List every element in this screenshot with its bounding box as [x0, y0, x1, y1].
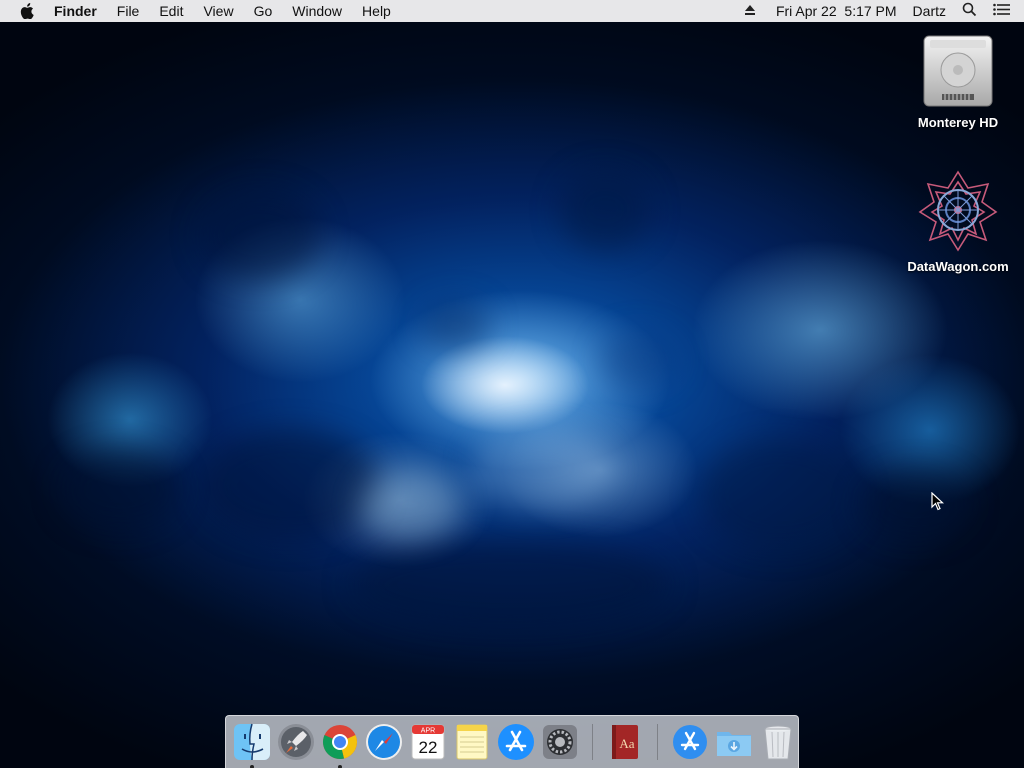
dock-launchpad[interactable]	[276, 722, 316, 762]
dock-separator	[592, 724, 593, 760]
gear-icon	[540, 722, 580, 762]
eject-icon[interactable]	[744, 3, 756, 19]
dock-chrome[interactable]	[320, 722, 360, 768]
desktop-icon-monterey-hd[interactable]: Monterey HD	[898, 32, 1018, 130]
dock-separator	[657, 724, 658, 760]
calendar-month: APR	[421, 728, 435, 735]
dock-applications-folder[interactable]	[670, 722, 710, 762]
menu-file[interactable]: File	[107, 0, 150, 22]
menu-clock[interactable]: Fri Apr 22 5:17 PM	[776, 3, 897, 19]
dock-finder[interactable]	[232, 722, 272, 768]
menu-app-finder[interactable]: Finder	[52, 0, 107, 22]
user-menu[interactable]: Dartz	[913, 3, 946, 19]
mouse-cursor-icon	[931, 492, 945, 511]
desktop-icon-datawagon[interactable]: DataWagon.com	[898, 168, 1018, 274]
calendar-icon: APR 22	[408, 722, 448, 762]
hard-drive-icon	[920, 35, 996, 111]
wallpaper	[0, 0, 1024, 768]
dock-dictionary[interactable]: Aa	[605, 722, 645, 762]
dock-app-store[interactable]	[496, 722, 536, 762]
menu-view[interactable]: View	[193, 0, 243, 22]
desktop-icon-label: Monterey HD	[917, 115, 999, 130]
dictionary-glyph: Aa	[619, 736, 634, 751]
desktop-icon-label: DataWagon.com	[907, 259, 1009, 274]
status-area: Fri Apr 22 5:17 PM Dartz	[736, 0, 1024, 22]
trash-icon	[758, 722, 798, 762]
dock-trash[interactable]	[758, 722, 798, 762]
calendar-day: 22	[419, 738, 438, 757]
menu-edit[interactable]: Edit	[149, 0, 193, 22]
app-store-icon	[496, 722, 536, 762]
dock-notes[interactable]	[452, 722, 492, 762]
menu-bar: Finder File Edit View Go Window Help Fri…	[0, 0, 1024, 22]
downloads-folder-icon	[714, 722, 754, 762]
dictionary-icon: Aa	[605, 722, 645, 762]
dock-calendar[interactable]: APR 22	[408, 722, 448, 762]
search-icon[interactable]	[962, 2, 977, 20]
dock-downloads-folder[interactable]	[714, 722, 754, 762]
dock-system-preferences[interactable]	[540, 722, 580, 762]
list-icon[interactable]	[993, 3, 1010, 19]
dock: APR 22 Aa	[225, 715, 799, 768]
dock-safari[interactable]	[364, 722, 404, 762]
apple-logo-icon[interactable]	[20, 3, 36, 19]
menu-window[interactable]: Window	[282, 0, 352, 22]
network-server-icon	[916, 170, 1000, 255]
safari-icon	[364, 722, 404, 762]
applications-folder-icon	[670, 722, 710, 762]
menu-go[interactable]: Go	[244, 0, 283, 22]
finder-icon	[232, 722, 272, 762]
chrome-icon	[320, 722, 360, 762]
launchpad-icon	[276, 722, 316, 762]
desktop[interactable]: Finder File Edit View Go Window Help Fri…	[0, 0, 1024, 768]
menu-help[interactable]: Help	[352, 0, 401, 22]
notes-icon	[452, 722, 492, 762]
